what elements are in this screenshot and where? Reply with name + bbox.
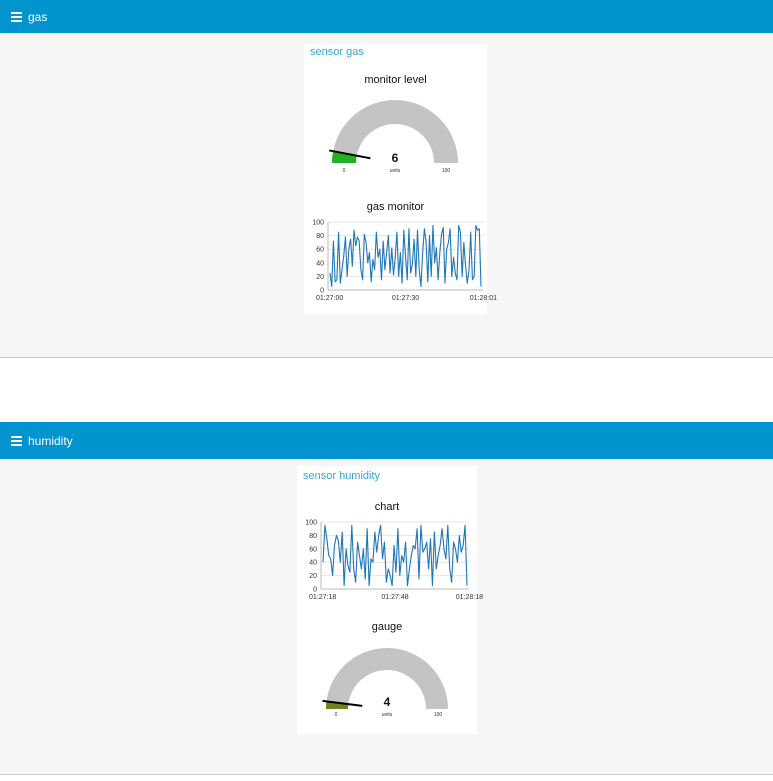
toolbar-gas: gas [0,0,773,33]
humidity-dashboard: humidity sensor humidity chart 100 80 60 40… [0,422,773,775]
gauge-value: 4 [384,695,391,709]
toolbar-humidity: humidity [0,422,773,459]
gas-dashboard: gas sensor gas monitor level 6 units 0 1… [0,0,773,358]
y-tick-label: 80 [316,233,324,240]
x-tick-label: 01:27:30 [392,295,419,302]
x-tick-label: 01:27:00 [316,295,343,302]
toolbar-title: humidity [28,433,73,448]
gas-monitor-chart: 100 80 60 40 20 001:27:00 01:27:30 01:28:01 [312,220,497,303]
humidity-gauge: 4 units 0 100 [322,648,448,718]
gauge-max-label: 100 [434,712,443,718]
y-tick-label: 100 [312,220,324,227]
sensor-humidity-group: sensor humidity chart 100 80 60 40 20 0 01:27:… [297,466,483,734]
y-tick-label: 40 [316,260,324,267]
gauge-min-label: 0 [335,712,338,718]
gauge-units: units [382,712,393,718]
sensor-gas-group: sensor gas monitor level 6 units 0 100 g… [304,44,497,314]
toolbar-title: gas [28,9,48,24]
series-line [329,224,482,288]
y-tick-label: 20 [316,274,324,281]
hamburger-menu-icon[interactable] [11,11,22,22]
y-tick-label: 60 [316,247,324,254]
hamburger-menu-icon[interactable] [11,435,22,446]
x-tick-label: 01:28:01 [470,295,497,302]
y-tick-label: 0 [320,288,324,295]
